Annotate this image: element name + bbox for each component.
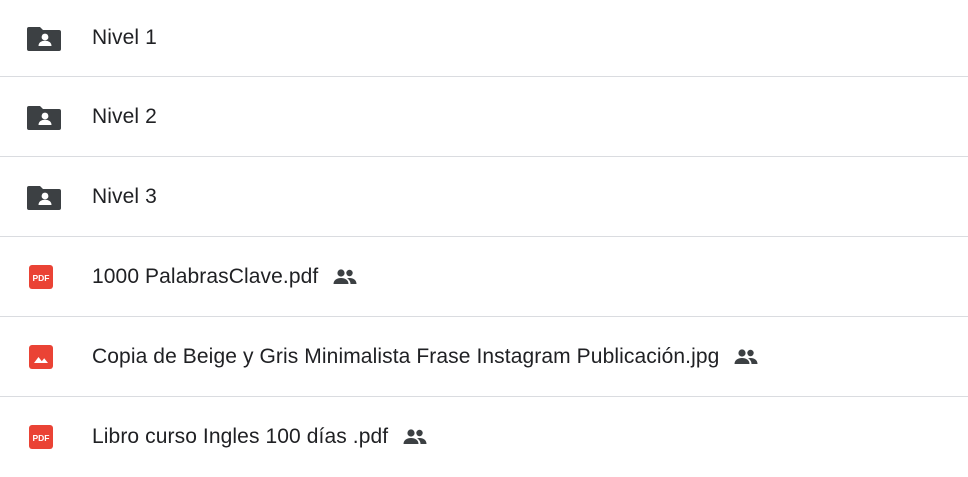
file-row-nivel-1[interactable]: Nivel 1 [0, 0, 968, 77]
file-list: Nivel 1 Nivel 2 Nivel 3 PDF 1000 Palabra… [0, 0, 968, 477]
shared-folder-icon [27, 23, 63, 53]
file-name: Nivel 1 [92, 26, 157, 49]
image-icon [27, 342, 63, 372]
file-row-nivel-2[interactable]: Nivel 2 [0, 77, 968, 157]
shared-folder-icon [27, 102, 63, 132]
file-row-1000-palabras-clave[interactable]: PDF 1000 PalabrasClave.pdf [0, 237, 968, 317]
pdf-icon: PDF [27, 262, 63, 292]
shared-people-icon [332, 268, 358, 286]
shared-people-icon [402, 428, 428, 446]
file-row-copia-beige-gris[interactable]: Copia de Beige y Gris Minimalista Frase … [0, 317, 968, 397]
shared-folder-icon [27, 182, 63, 212]
file-name: 1000 PalabrasClave.pdf [92, 264, 319, 288]
shared-people-icon [733, 348, 759, 366]
pdf-icon: PDF [27, 422, 63, 452]
file-row-libro-curso-ingles[interactable]: PDF Libro curso Ingles 100 días .pdf [0, 397, 968, 477]
file-name: Nivel 3 [92, 184, 157, 208]
file-row-nivel-3[interactable]: Nivel 3 [0, 157, 968, 237]
file-name: Libro curso Ingles 100 días .pdf [92, 425, 389, 448]
file-name: Nivel 2 [92, 104, 157, 128]
pdf-badge-text: PDF [33, 273, 50, 283]
file-name: Copia de Beige y Gris Minimalista Frase … [92, 344, 720, 368]
pdf-badge-text: PDF [33, 433, 50, 443]
